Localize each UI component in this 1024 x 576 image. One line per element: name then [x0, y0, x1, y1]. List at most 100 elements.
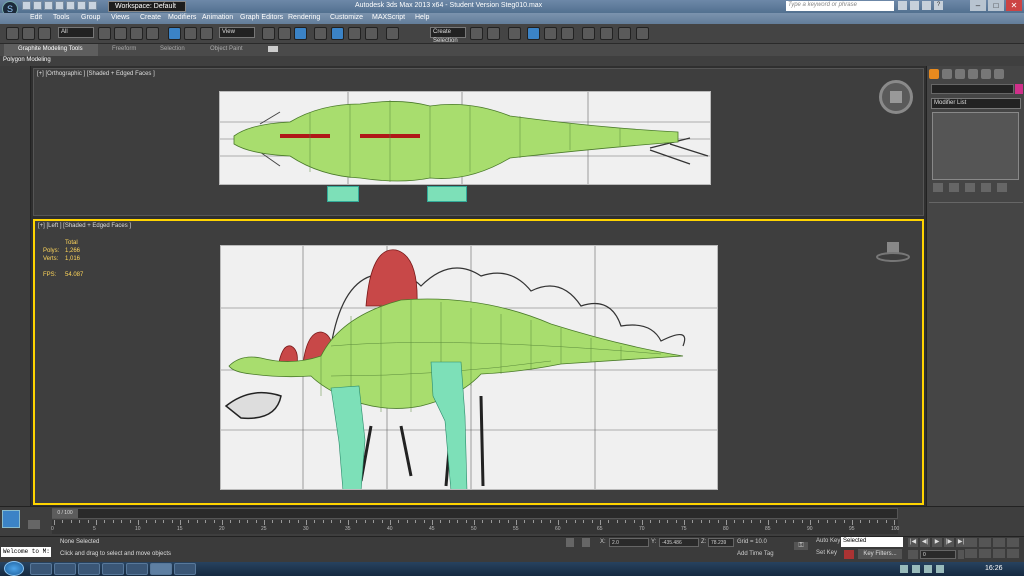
material-editor-icon[interactable]: [582, 27, 595, 40]
next-frame-icon[interactable]: |▶: [944, 538, 954, 547]
binoculars-icon[interactable]: [898, 1, 907, 10]
network-icon[interactable]: [900, 565, 908, 573]
favorites-icon[interactable]: [922, 1, 931, 10]
menu-views[interactable]: Views: [111, 14, 130, 21]
communication-icon[interactable]: [910, 1, 919, 10]
spinner-snap-icon[interactable]: [365, 27, 378, 40]
pin-stack-icon[interactable]: [933, 183, 943, 192]
viewport-orthographic[interactable]: [+] [Orthographic ] [Shaded + Edged Face…: [33, 68, 924, 216]
volume-icon[interactable]: [936, 565, 944, 573]
pivot-center-icon[interactable]: [262, 27, 275, 40]
schematic-view-icon[interactable]: [561, 27, 574, 40]
object-name-field[interactable]: [931, 84, 1014, 94]
hierarchy-tab-icon[interactable]: [955, 69, 965, 79]
link-icon[interactable]: [38, 27, 51, 40]
redo-icon[interactable]: [22, 27, 35, 40]
rendered-frame-icon[interactable]: [618, 27, 631, 40]
angle-snap-icon[interactable]: [331, 27, 344, 40]
time-config-icon[interactable]: [958, 550, 964, 559]
explorer-app-icon[interactable]: [30, 563, 52, 575]
modifier-stack[interactable]: [932, 112, 1019, 180]
field-of-view-icon[interactable]: [965, 549, 977, 558]
close-icon[interactable]: ✕: [1006, 0, 1022, 11]
lock-selection-icon[interactable]: [566, 538, 574, 547]
layer-manager-icon[interactable]: [508, 27, 521, 40]
open-file-icon[interactable]: [33, 1, 42, 10]
window-crossing-icon[interactable]: [146, 27, 159, 40]
zoom-all-icon[interactable]: [979, 538, 991, 547]
snap-3d-icon[interactable]: [314, 27, 327, 40]
auto-key-button[interactable]: Auto Key: [816, 538, 840, 544]
select-rotate-icon[interactable]: [184, 27, 197, 40]
menu-help[interactable]: Help: [415, 14, 429, 21]
menu-customize[interactable]: Customize: [330, 14, 363, 21]
current-frame-field[interactable]: 0: [920, 550, 956, 559]
menu-edit[interactable]: Edit: [30, 14, 42, 21]
default-tangent-icon[interactable]: [844, 550, 854, 559]
remove-modifier-icon[interactable]: [981, 183, 991, 192]
motion-tab-icon[interactable]: [968, 69, 978, 79]
zoom-icon[interactable]: [965, 538, 977, 547]
paint-app-icon[interactable]: [126, 563, 148, 575]
select-move-icon[interactable]: [168, 27, 181, 40]
manipulate-icon[interactable]: [278, 27, 291, 40]
chrome-app-icon[interactable]: [78, 563, 100, 575]
ribbon-options-icon[interactable]: [268, 46, 278, 52]
key-filters-button[interactable]: Key Filters...: [858, 549, 902, 559]
project-folder-icon[interactable]: [77, 1, 86, 10]
menu-maxscript[interactable]: MAXScript: [372, 14, 405, 21]
key-mode-icon[interactable]: [908, 550, 918, 559]
viewcube-face-icon[interactable]: [890, 91, 902, 103]
percent-snap-icon[interactable]: [348, 27, 361, 40]
display-tab-icon[interactable]: [981, 69, 991, 79]
menu-animation[interactable]: Animation: [202, 14, 233, 21]
search-input[interactable]: Type a keyword or phrase: [786, 1, 894, 11]
help-icon[interactable]: ?: [934, 1, 943, 10]
keyboard-shortcut-icon[interactable]: [294, 27, 307, 40]
menu-group[interactable]: Group: [81, 14, 100, 21]
flag-icon[interactable]: [912, 565, 920, 573]
minimize-icon[interactable]: –: [970, 0, 986, 11]
graphite-toggle-icon[interactable]: [527, 27, 540, 40]
configure-sets-icon[interactable]: [997, 183, 1007, 192]
select-by-name-icon[interactable]: [114, 27, 127, 40]
reference-coordinate-select[interactable]: View: [219, 27, 255, 38]
menu-graph-editors[interactable]: Graph Editors: [240, 14, 283, 21]
edit-named-selection-icon[interactable]: [386, 27, 399, 40]
maximize-viewport-icon[interactable]: [1007, 549, 1019, 558]
tab-selection[interactable]: Selection: [160, 46, 185, 52]
select-scale-icon[interactable]: [200, 27, 213, 40]
goto-start-icon[interactable]: |◀: [908, 538, 918, 547]
select-object-icon[interactable]: [98, 27, 111, 40]
save-file-icon[interactable]: [44, 1, 53, 10]
auto-key-select[interactable]: Selected: [841, 537, 903, 547]
mini-curve-editor-icon[interactable]: [28, 520, 40, 529]
create-tab-icon[interactable]: [929, 69, 939, 79]
render-teapot-icon[interactable]: [636, 27, 649, 40]
selection-filter-select[interactable]: All: [58, 27, 94, 38]
new-file-icon[interactable]: [22, 1, 31, 10]
z-coordinate-field[interactable]: 78.239: [708, 538, 734, 547]
add-time-tag-button[interactable]: Add Time Tag: [737, 551, 774, 557]
play-icon[interactable]: ▶: [932, 538, 942, 547]
x-coordinate-field[interactable]: 2.0: [609, 538, 649, 547]
mirror-icon[interactable]: [470, 27, 483, 40]
set-key-button[interactable]: Set Key: [816, 550, 837, 556]
utilities-tab-icon[interactable]: [994, 69, 1004, 79]
absolute-mode-icon[interactable]: [582, 538, 590, 547]
undo-icon[interactable]: [6, 27, 19, 40]
modifier-list-select[interactable]: Modifier List: [931, 98, 1021, 109]
modify-tab-icon[interactable]: [942, 69, 952, 79]
viewport-left[interactable]: [+] [Left ] [Shaded + Edged Faces ] Tota…: [33, 219, 924, 505]
time-slider-thumb[interactable]: 0 / 100: [52, 509, 78, 518]
photos-app-icon[interactable]: [174, 563, 196, 575]
zoom-extents-icon[interactable]: [993, 538, 1005, 547]
clock[interactable]: 16:26: [985, 565, 1003, 572]
power-icon[interactable]: [924, 565, 932, 573]
menu-rendering[interactable]: Rendering: [288, 14, 320, 21]
timeline-ruler[interactable]: 0 5 10 15 20 25 30 35 40 45 50 55 60 65 70 75 80 85 90 95 10…: [51, 520, 899, 534]
rect-selection-icon[interactable]: [130, 27, 143, 40]
tab-freeform[interactable]: Freeform: [112, 46, 136, 52]
y-coordinate-field[interactable]: -435.486: [659, 538, 699, 547]
show-end-result-icon[interactable]: [949, 183, 959, 192]
